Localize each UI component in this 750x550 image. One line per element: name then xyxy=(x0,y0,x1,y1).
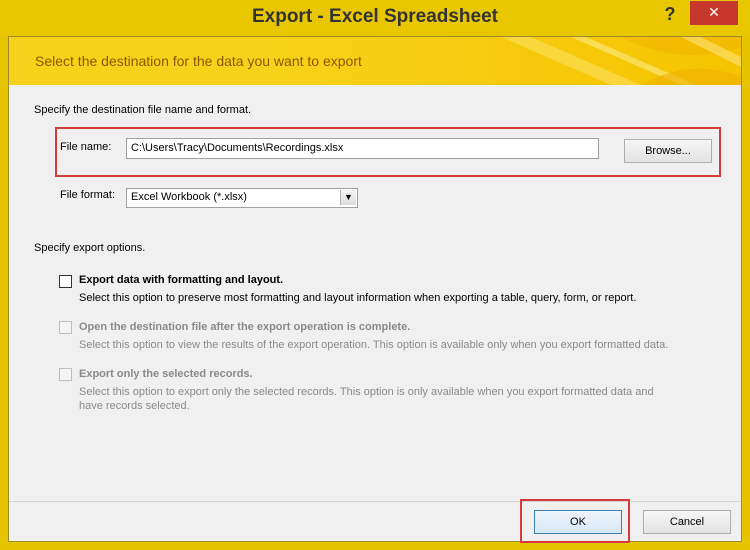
close-icon: ✕ xyxy=(708,5,720,21)
title-bar[interactable]: Export - Excel Spreadsheet ? ✕ xyxy=(0,0,750,36)
open-destination-description: Select this option to view the results o… xyxy=(79,339,669,351)
open-destination-label[interactable]: Open the destination file after the expo… xyxy=(79,321,410,333)
browse-button[interactable]: Browse... xyxy=(624,139,712,163)
selected-records-description-line2: have records selected. xyxy=(79,400,190,412)
ok-button[interactable]: OK xyxy=(534,510,622,534)
file-name-label: File name: xyxy=(60,141,112,153)
options-heading: Specify export options. xyxy=(34,242,146,254)
selected-records-label[interactable]: Export only the selected records. xyxy=(79,368,253,380)
format-layout-checkbox[interactable] xyxy=(59,275,72,288)
selected-records-description-line1: Select this option to export only the se… xyxy=(79,386,654,398)
header-banner: Select the destination for the data you … xyxy=(9,37,741,85)
open-destination-checkbox[interactable] xyxy=(59,321,72,334)
footer-divider xyxy=(9,501,741,502)
file-format-select[interactable]: Excel Workbook (*.xlsx) ▼ xyxy=(126,188,358,208)
close-button[interactable]: ✕ xyxy=(690,1,738,25)
help-button[interactable]: ? xyxy=(660,4,680,26)
dialog-title: Export - Excel Spreadsheet xyxy=(251,6,499,27)
file-format-value: Excel Workbook (*.xlsx) xyxy=(131,191,247,203)
banner-decoration xyxy=(501,37,741,85)
selected-records-checkbox[interactable] xyxy=(59,368,72,381)
format-layout-label[interactable]: Export data with formatting and layout. xyxy=(79,274,283,286)
banner-text: Select the destination for the data you … xyxy=(35,53,362,69)
dialog-body: Select the destination for the data you … xyxy=(8,36,742,543)
export-dialog: Export - Excel Spreadsheet ? ✕ Select th… xyxy=(0,0,750,550)
format-layout-description: Select this option to preserve most form… xyxy=(79,292,637,304)
file-format-label: File format: xyxy=(60,189,116,201)
destination-heading: Specify the destination file name and fo… xyxy=(34,104,252,116)
chevron-down-icon[interactable]: ▼ xyxy=(340,190,356,205)
cancel-button[interactable]: Cancel xyxy=(643,510,731,534)
file-name-input[interactable]: C:\Users\Tracy\Documents\Recordings.xlsx xyxy=(126,138,599,159)
